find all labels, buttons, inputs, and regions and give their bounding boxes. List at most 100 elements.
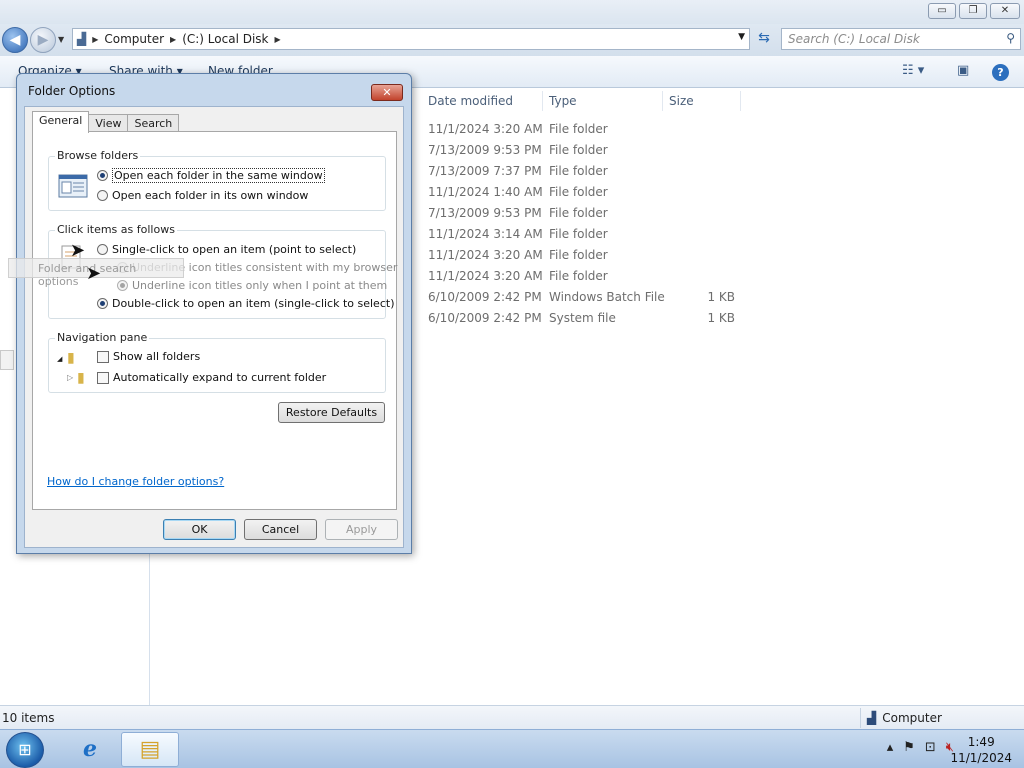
search-icon[interactable]: ⚲ bbox=[1006, 31, 1015, 45]
taskbar: ⊞ e ▤ ▴ ⚑ ⊡ 🔇︎ 1:49 11/1/2024 bbox=[0, 729, 1024, 768]
file-date-modified: 11/1/2024 3:20 AM bbox=[428, 248, 543, 262]
file-row[interactable]: 11/1/2024 3:20 AM File folder bbox=[428, 119, 748, 140]
breadcrumb-separator-icon[interactable]: ▶ bbox=[92, 35, 98, 44]
radio-button-icon[interactable] bbox=[117, 280, 128, 291]
cancel-button[interactable]: Cancel bbox=[244, 519, 317, 540]
status-location: ▟ Computer bbox=[860, 708, 942, 728]
folder-options-dialog: Folder Options ✕ General View Search Bro… bbox=[16, 73, 412, 554]
checkbox-icon[interactable] bbox=[97, 350, 109, 363]
clock-date: 11/1/2024 bbox=[950, 751, 1012, 765]
file-row[interactable]: 7/13/2009 9:53 PM File folder bbox=[428, 140, 748, 161]
action-center-flag-icon[interactable]: ⚑ bbox=[903, 740, 915, 755]
view-options-icon[interactable]: ☷ ▾ bbox=[902, 63, 924, 78]
explorer-titlebar: ▭ ❐ ✕ bbox=[0, 0, 1024, 24]
address-dropdown-icon[interactable]: ▼ bbox=[738, 32, 745, 42]
browse-folders-label: Browse folders bbox=[55, 149, 141, 162]
help-icon[interactable]: ? bbox=[992, 64, 1009, 81]
pane-scroll-stub bbox=[0, 350, 14, 370]
file-size: 1 KB bbox=[707, 311, 735, 325]
file-row[interactable]: 6/10/2009 2:42 PM Windows Batch File 1 KB bbox=[428, 287, 748, 308]
ok-button[interactable]: OK bbox=[163, 519, 236, 540]
dialog-close-button[interactable]: ✕ bbox=[371, 84, 403, 101]
file-row[interactable]: 7/13/2009 9:53 PM File folder bbox=[428, 203, 748, 224]
back-button[interactable]: ◀ bbox=[2, 27, 28, 53]
address-bar[interactable]: ▟ ▶ Computer ▶ (C:) Local Disk ▶ ▼ bbox=[72, 28, 750, 50]
dialog-body: General View Search Browse folders Open … bbox=[24, 106, 404, 548]
folder-icon: ▮ bbox=[77, 370, 85, 386]
window-preview-icon bbox=[58, 174, 88, 198]
file-type: File folder bbox=[549, 269, 608, 283]
windows-explorer-icon[interactable]: ▤ bbox=[121, 732, 179, 767]
radio-button-icon[interactable] bbox=[97, 190, 108, 201]
file-row[interactable]: 11/1/2024 3:20 AM File folder bbox=[428, 266, 748, 287]
general-tab-panel: Browse folders Open each folder in the s… bbox=[32, 131, 397, 510]
computer-icon: ▟ bbox=[867, 711, 877, 725]
clock[interactable]: 1:49 11/1/2024 bbox=[950, 734, 1012, 766]
refresh-button[interactable]: ⇆ bbox=[752, 28, 776, 50]
minimize-button[interactable]: ▭ bbox=[928, 3, 956, 19]
show-hidden-icons-icon[interactable]: ▴ bbox=[887, 740, 894, 755]
breadcrumb-separator-icon[interactable]: ▶ bbox=[170, 35, 176, 44]
radio-button-icon[interactable] bbox=[97, 298, 108, 309]
recent-pages-dropdown[interactable]: ▼ bbox=[58, 35, 64, 44]
dialog-tabs: General View Search bbox=[32, 111, 180, 133]
file-date-modified: 11/1/2024 1:40 AM bbox=[428, 185, 543, 199]
radio-open-own-window[interactable]: Open each folder in its own window bbox=[97, 189, 308, 202]
file-date-modified: 11/1/2024 3:14 AM bbox=[428, 227, 543, 241]
file-date-modified: 7/13/2009 9:53 PM bbox=[428, 143, 542, 157]
preview-pane-icon[interactable]: ▣ bbox=[957, 63, 969, 78]
breadcrumb-local-disk[interactable]: (C:) Local Disk bbox=[182, 32, 268, 46]
checkbox-label: Automatically expand to current folder bbox=[113, 371, 327, 384]
checkbox-show-all-folders[interactable]: Show all folders bbox=[97, 350, 200, 363]
file-row[interactable]: 11/1/2024 1:40 AM File folder bbox=[428, 182, 748, 203]
navigation-pane-group: Navigation pane ◢ ▮ ▷ ▮ Show all folders… bbox=[48, 331, 386, 393]
status-location-label: Computer bbox=[882, 711, 942, 725]
close-button[interactable]: ✕ bbox=[990, 3, 1020, 19]
file-date-modified: 6/10/2009 2:42 PM bbox=[428, 290, 542, 304]
radio-underline-point[interactable]: Underline icon titles only when I point … bbox=[117, 279, 387, 292]
restore-defaults-button[interactable]: Restore Defaults bbox=[278, 402, 385, 423]
file-row[interactable]: 11/1/2024 3:20 AM File folder bbox=[428, 245, 748, 266]
file-type: File folder bbox=[549, 122, 608, 136]
checkbox-icon[interactable] bbox=[97, 371, 109, 384]
search-input[interactable]: Search (C:) Local Disk ⚲ bbox=[781, 28, 1021, 50]
file-row[interactable]: 6/10/2009 2:42 PM System file 1 KB bbox=[428, 308, 748, 329]
file-type: File folder bbox=[549, 143, 608, 157]
radio-open-same-window[interactable]: Open each folder in the same window bbox=[97, 168, 325, 183]
radio-label: Open each folder in the same window bbox=[112, 168, 325, 183]
tree-expand-icon: ◢ bbox=[57, 355, 63, 363]
radio-button-icon[interactable] bbox=[97, 170, 108, 181]
radio-single-click[interactable]: Single-click to open an item (point to s… bbox=[97, 243, 356, 256]
breadcrumb-computer[interactable]: Computer bbox=[104, 32, 164, 46]
column-date-modified[interactable]: Date modified bbox=[428, 94, 513, 108]
file-date-modified: 11/1/2024 3:20 AM bbox=[428, 269, 543, 283]
file-date-modified: 11/1/2024 3:20 AM bbox=[428, 122, 543, 136]
checkbox-expand-current-folder[interactable]: Automatically expand to current folder bbox=[97, 371, 326, 384]
forward-button[interactable]: ▶ bbox=[30, 27, 56, 53]
column-size[interactable]: Size bbox=[669, 94, 694, 108]
radio-double-click[interactable]: Double-click to open an item (single-cli… bbox=[97, 297, 394, 310]
folder-icon: ▮ bbox=[67, 350, 75, 366]
network-icon[interactable]: ⊡ bbox=[925, 740, 936, 755]
start-button[interactable]: ⊞ bbox=[6, 732, 44, 768]
maximize-button[interactable]: ❐ bbox=[959, 3, 987, 19]
status-bar: 10 items ▟ Computer bbox=[0, 705, 1024, 729]
checkbox-label: Show all folders bbox=[113, 350, 201, 363]
file-type: Windows Batch File bbox=[549, 290, 665, 304]
internet-explorer-icon[interactable]: e bbox=[61, 732, 119, 767]
file-date-modified: 7/13/2009 9:53 PM bbox=[428, 206, 542, 220]
file-row[interactable]: 11/1/2024 3:14 AM File folder bbox=[428, 224, 748, 245]
file-type: System file bbox=[549, 311, 616, 325]
file-row[interactable]: 7/13/2009 7:37 PM File folder bbox=[428, 161, 748, 182]
radio-label: Single-click to open an item (point to s… bbox=[112, 243, 357, 256]
file-type: File folder bbox=[549, 227, 608, 241]
radio-button-icon[interactable] bbox=[97, 244, 108, 255]
tab-general[interactable]: General bbox=[32, 111, 90, 133]
help-link[interactable]: How do I change folder options? bbox=[47, 475, 224, 488]
file-size: 1 KB bbox=[707, 290, 735, 304]
item-count: 10 items bbox=[2, 711, 55, 725]
column-type[interactable]: Type bbox=[549, 94, 577, 108]
breadcrumb-separator-icon[interactable]: ▶ bbox=[275, 35, 281, 44]
apply-button[interactable]: Apply bbox=[325, 519, 398, 540]
clock-time: 1:49 bbox=[967, 735, 995, 749]
